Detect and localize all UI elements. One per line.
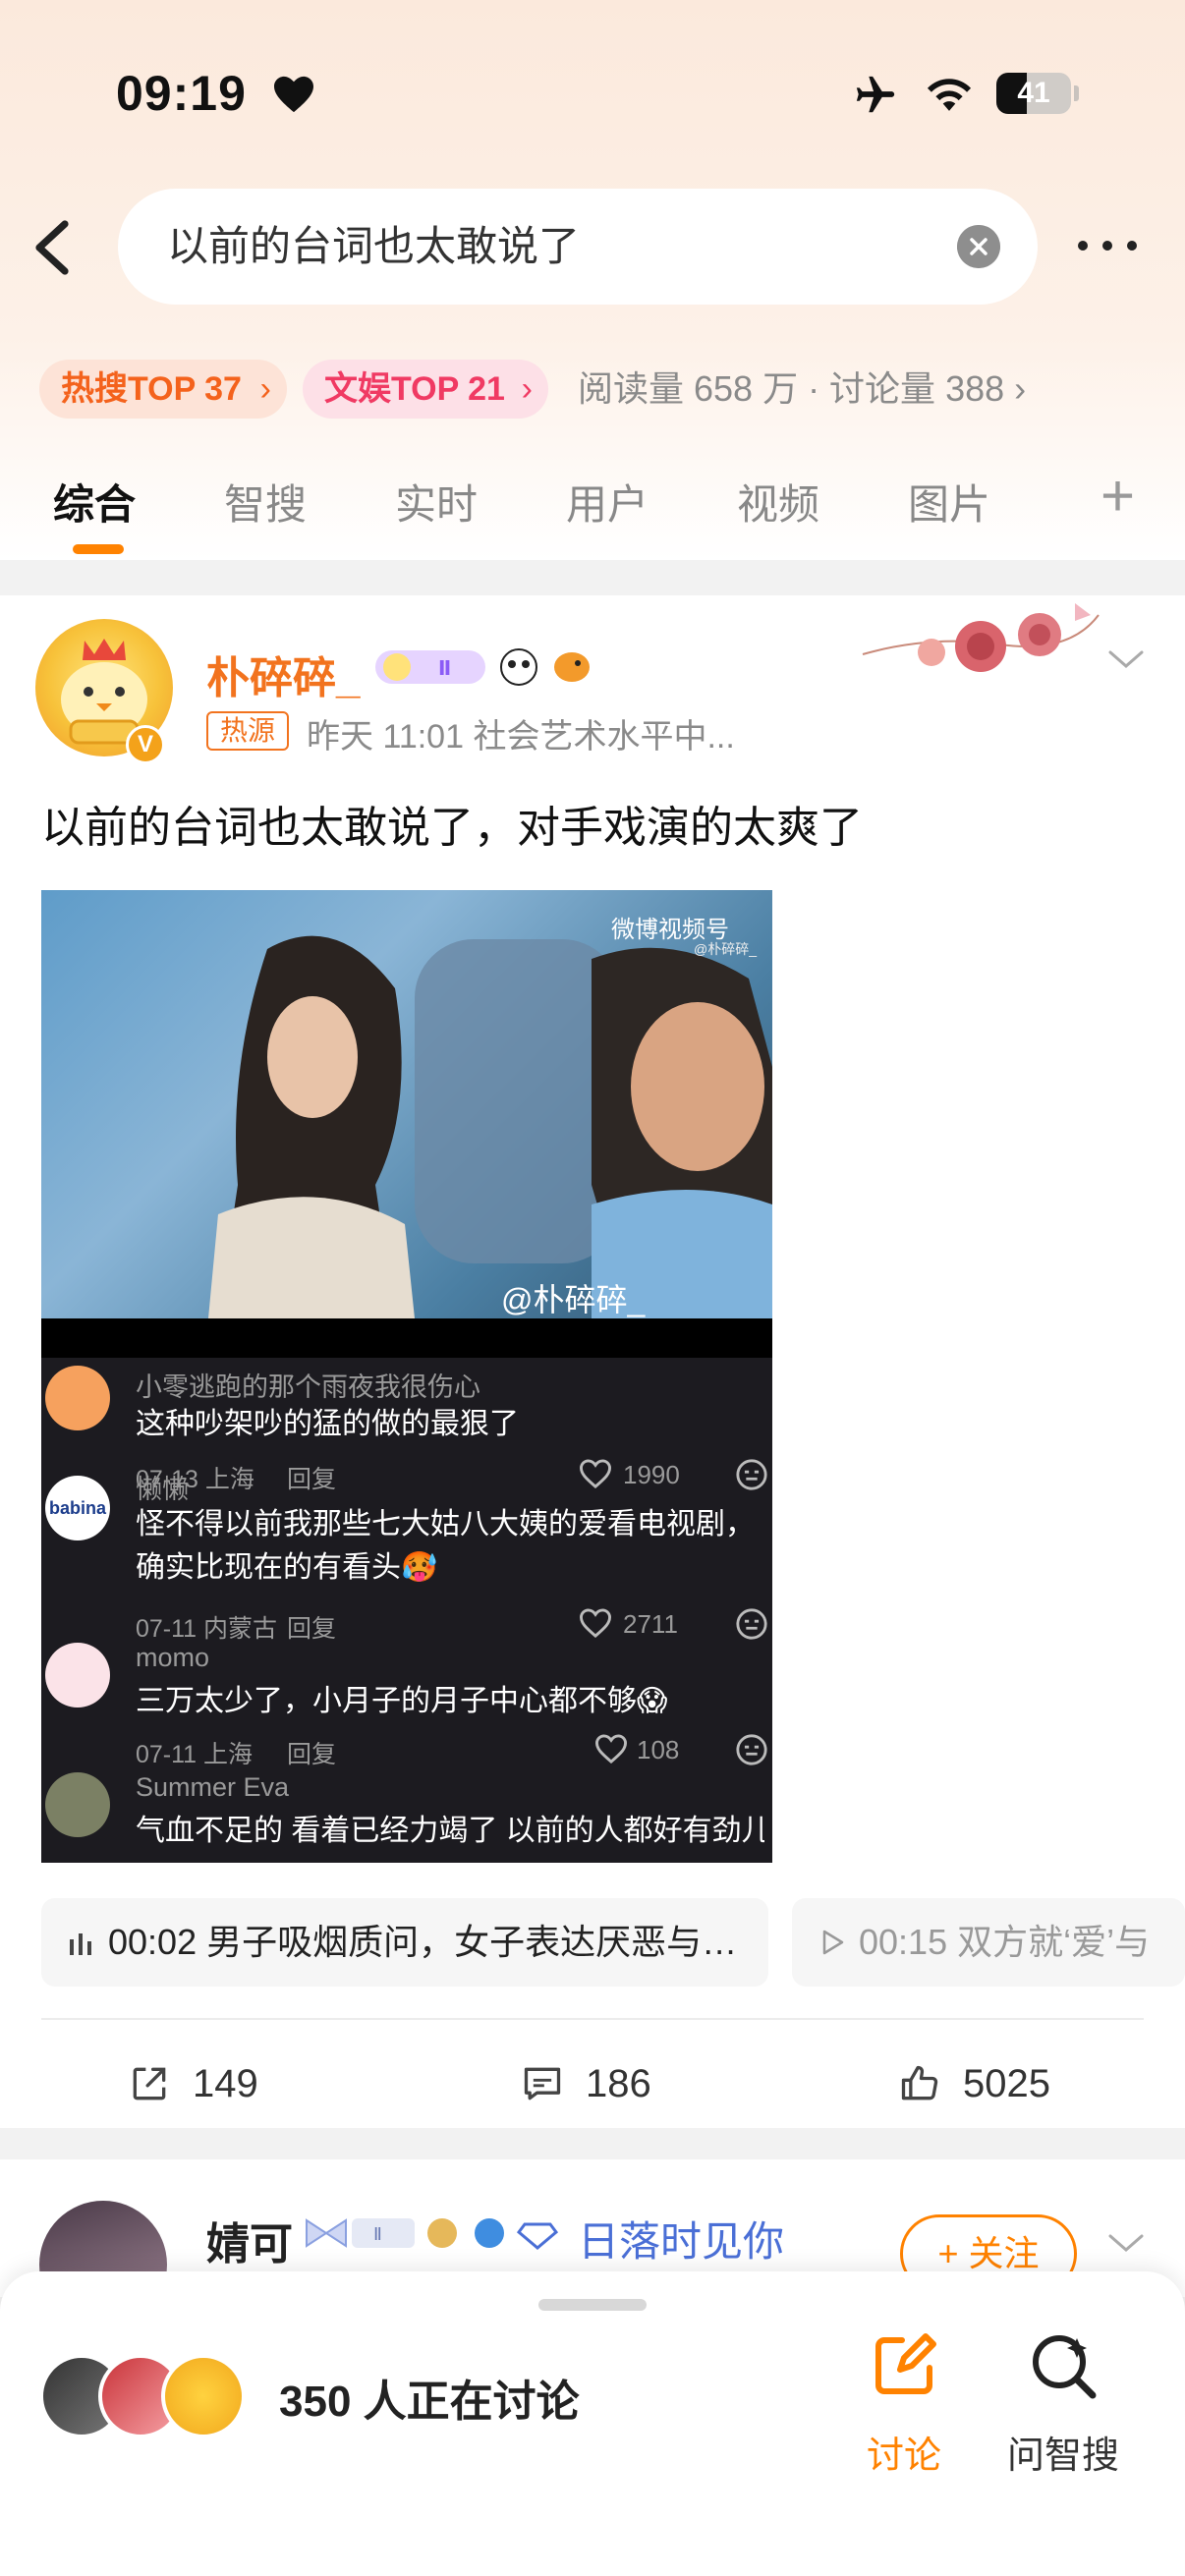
comment-count: 186 [586,2062,651,2105]
watermark-handle: @朴碎碎_ [694,941,757,957]
search-tabs: 综合 智搜 实时 用户 视频 图片 + [0,462,1185,564]
discuss-button[interactable]: 讨论 [845,2330,963,2488]
emoji-icon [736,1459,767,1490]
post-author-name[interactable]: 婧可 [206,2209,293,2271]
heart-icon [274,76,313,113]
chevron-down-icon[interactable] [1104,644,1148,674]
comment-date: 07-11 内蒙古 [136,1615,278,1643]
status-bar: 09:19 41 [0,59,1185,128]
discuss-label: 讨论 [866,2436,941,2477]
divider [41,2018,1144,2020]
wifi-icon [927,79,972,111]
play-icon [822,1930,844,1955]
chapter-text: 00:15 双方就‘爱’与 [859,1922,1151,1962]
airplane-mode-icon [856,76,895,113]
user-badges-icon: Ⅱ [306,2218,559,2250]
post-secondary-name[interactable]: 日落时见你 [578,2209,784,2268]
tab-comprehensive[interactable]: 综合 [53,472,136,532]
video-still: 微博视频号 @朴碎碎_ @朴碎碎_ [41,890,772,1318]
hot-source-badge: 热源 [206,711,290,751]
ai-search-button[interactable]: 问智搜 [1004,2330,1122,2488]
comment-text: 气血不足的 看着已经力竭了 以前的人都好有劲儿 哈 [136,1815,764,1847]
commenter-avatar [45,1772,110,1837]
search-input[interactable]: 以前的台词也太敢说了 [118,189,1038,305]
comment-reply-label: 回复 [287,1466,337,1493]
discussion-count[interactable]: 350 人正在讨论 [279,2366,580,2429]
ai-search-label: 问智搜 [1006,2436,1119,2477]
commenter-name: 懒懒 [136,1475,189,1504]
chevron-right-icon: › [259,370,271,408]
video-chapter-chip[interactable]: 00:02 男子吸烟质问，女子表达厌恶与… [41,1898,768,1987]
comment-reply-label: 回复 [287,1615,337,1643]
comment-reply-label: 回复 [287,1741,337,1768]
status-time: 09:19 [116,66,247,121]
svg-text:Ⅱ: Ⅱ [373,2224,382,2245]
audio-bars-icon [70,1933,91,1955]
comment-like-count: 108 [637,1735,680,1764]
tab-users[interactable]: 用户 [566,472,649,532]
ai-search-icon [1033,2335,1097,2399]
like-heart-icon [579,1608,612,1639]
user-badges-icon: Ⅱ [375,648,590,686]
commenter-name: 小零逃跑的那个雨夜我很伤心 [136,1372,480,1402]
video-chapter-chip[interactable]: 00:15 双方就‘爱’与 [792,1898,1185,1987]
more-options-icon[interactable] [1073,236,1142,255]
tab-ai-search[interactable]: 智搜 [224,472,307,532]
entertainment-rank-label: 文娱TOP 21 [324,370,505,408]
search-query-text: 以前的台词也太敢说了 [167,223,581,269]
tab-images[interactable]: 图片 [908,472,990,532]
commenter-name: momo [136,1643,210,1672]
comment-like-count: 2711 [623,1609,678,1639]
post-card: V 朴碎碎_ Ⅱ 热源 昨天 11:01 社会艺术水平中... 以前的台词也太敢… [0,595,1185,2128]
clear-search-icon[interactable] [957,225,1000,268]
repost-count: 149 [193,2062,258,2105]
edit-icon [875,2333,936,2394]
verified-badge: V [126,725,165,764]
commenter-avatar: babina [45,1476,110,1540]
tab-videos[interactable]: 视频 [737,472,819,532]
thumbs-up-icon [901,2065,938,2100]
like-heart-icon [579,1459,612,1489]
share-icon [133,2067,166,2100]
chevron-down-icon[interactable] [1104,2228,1148,2258]
like-count: 5025 [963,2062,1050,2105]
video-bottom-band [41,1318,772,1358]
hot-search-rank-label: 热搜TOP 37 [61,370,242,408]
active-tab-indicator [73,544,124,554]
weibo-at-watermark: @朴碎碎_ [501,1282,646,1317]
comment-text: 这种吵架吵的猛的做的最狠了 [136,1408,519,1440]
tab-realtime[interactable]: 实时 [395,472,478,532]
emoji-icon [736,1734,767,1765]
comment-like-count: 1990 [623,1460,680,1489]
tab-add-icon[interactable]: + [1100,462,1135,530]
chevron-right-icon: › [521,370,533,408]
post-image[interactable]: 微博视频号 @朴碎碎_ @朴碎碎_ 小零逃跑的那个雨夜我很伤心 这种吵架吵的猛的… [41,890,772,1863]
comment-text: 怪不得以前我那些七大姑八大姨的爱看电视剧，确实比现在的有看头🥵 [136,1508,755,1584]
discussion-bottom-sheet: 350 人正在讨论 讨论 问智搜 [0,2271,1185,2576]
comment-text: 三万太少了，小月子的月子中心都不够😱 [136,1685,668,1717]
comment-date: 07-11 上海 [136,1741,254,1768]
commenter-avatar [45,1366,110,1430]
back-arrow-icon[interactable] [29,218,75,277]
entertainment-rank-tag[interactable]: 文娱TOP 21 › [303,360,548,419]
like-heart-icon [594,1734,628,1764]
read-discuss-stats[interactable]: 阅读量 658 万 · 讨论量 388 › [578,360,1026,419]
rose-decoration-icon [862,603,1100,672]
avatar [161,2354,246,2438]
post-meta: 昨天 11:01 社会艺术水平中... [307,718,735,756]
drag-handle[interactable] [538,2299,647,2311]
post-author-name[interactable]: 朴碎碎_ [206,643,360,705]
battery-indicator: 41 [996,73,1079,114]
svg-text:Ⅱ: Ⅱ [438,656,451,680]
comment-icon [524,2067,561,2100]
commenter-name: Summer Eva [136,1772,290,1802]
commenter-avatar [45,1643,110,1708]
hot-search-rank-tag[interactable]: 热搜TOP 37 › [39,360,287,419]
post-text: 以前的台词也太敢说了，对手戏演的太爽了 [41,804,863,852]
emoji-icon [736,1608,767,1640]
chapter-text: 00:02 男子吸烟质问，女子表达厌恶与… [108,1922,738,1962]
battery-percent: 41 [1017,77,1050,109]
